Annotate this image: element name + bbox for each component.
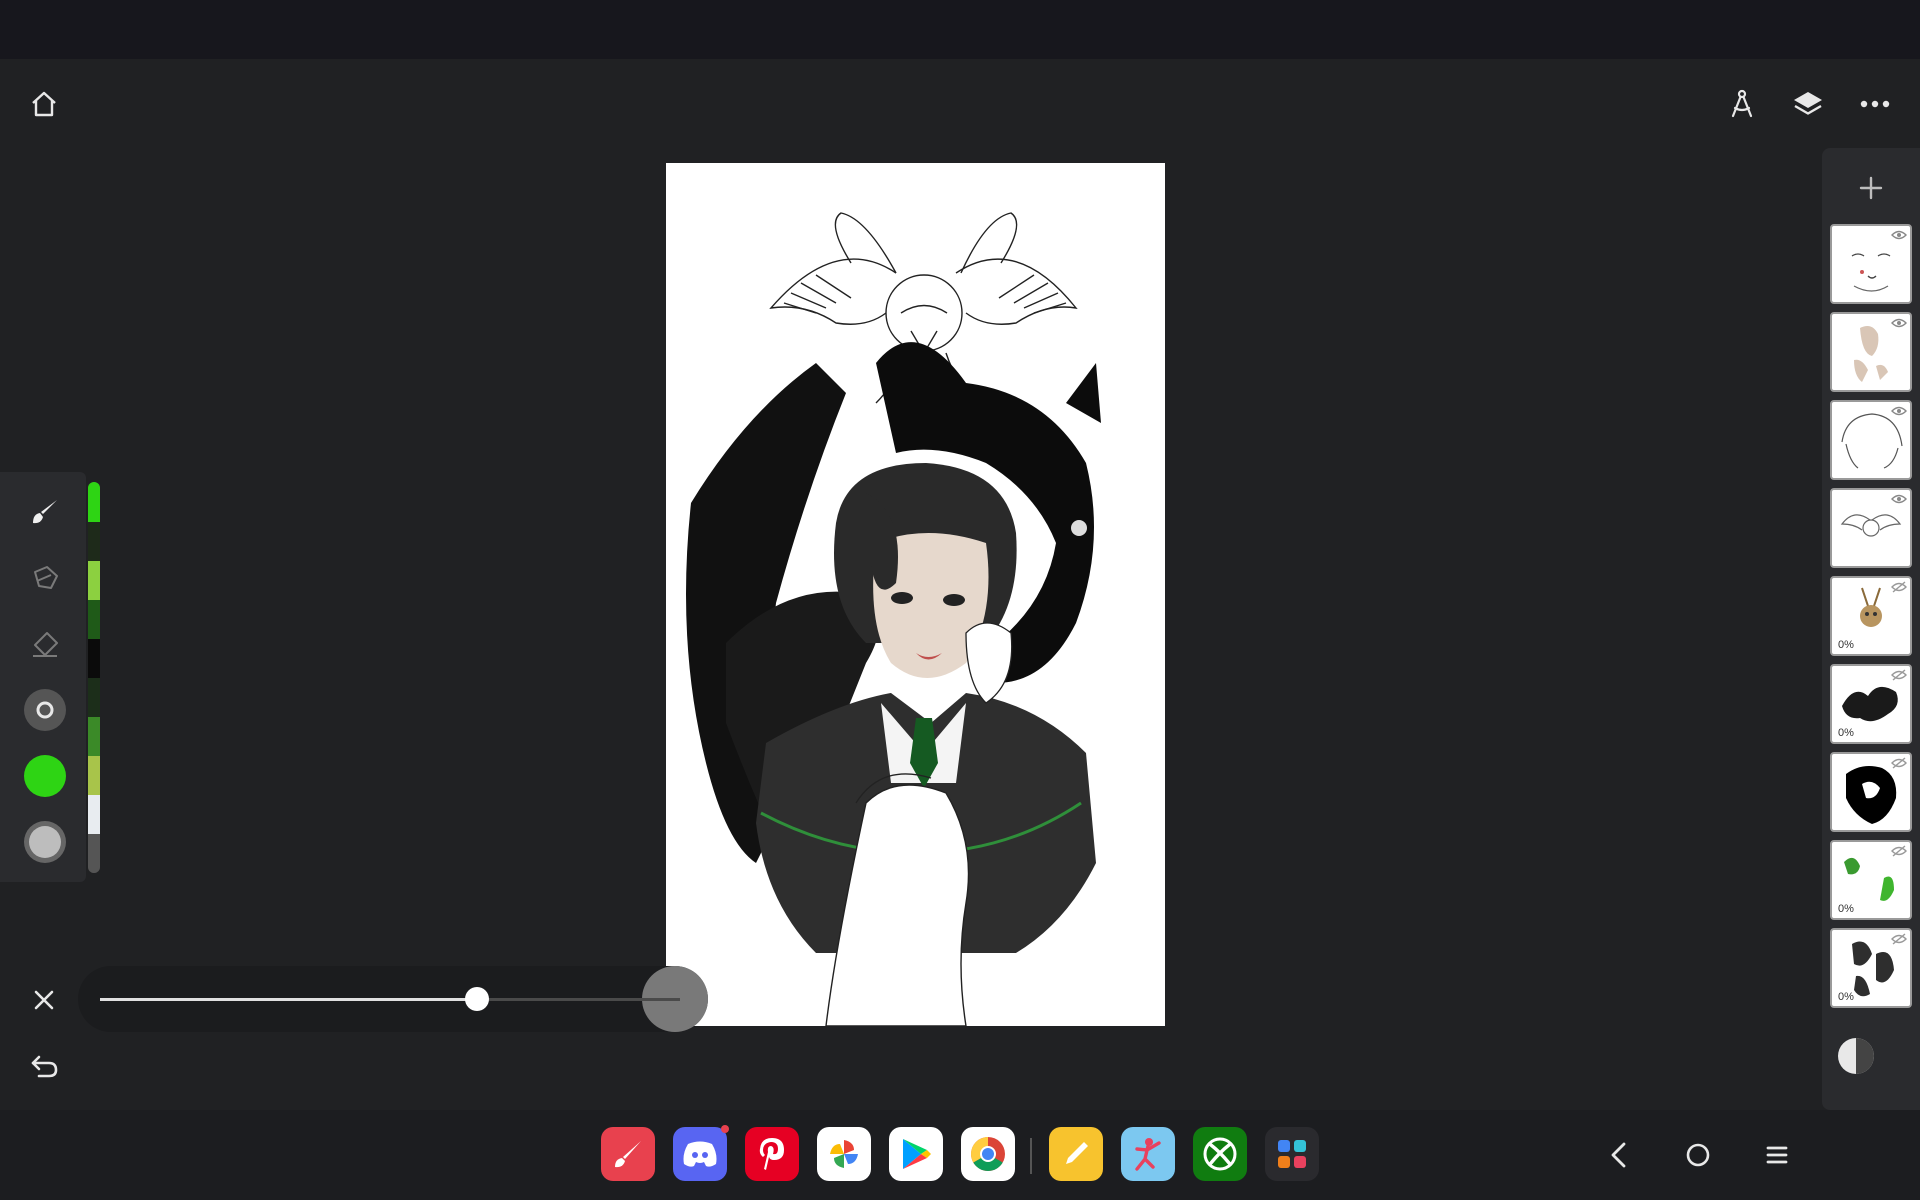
eye-icon[interactable]	[1891, 317, 1907, 329]
notes-icon[interactable]	[1049, 1127, 1103, 1181]
layer-opacity-label: 0%	[1838, 727, 1854, 739]
notification-dot	[721, 1125, 729, 1133]
compass-ruler-icon[interactable]	[1718, 80, 1766, 128]
swatch-4[interactable]	[88, 600, 100, 639]
eye-hidden-icon[interactable]	[1891, 669, 1907, 681]
dance-app-icon[interactable]	[1121, 1127, 1175, 1181]
chrome-icon[interactable]	[961, 1127, 1015, 1181]
layer-3[interactable]	[1830, 400, 1912, 480]
swatch-7[interactable]	[88, 717, 100, 756]
dock-separator	[1030, 1138, 1032, 1174]
swatch-10[interactable]	[88, 834, 100, 873]
brush-size-slider-panel	[78, 966, 708, 1032]
layer-opacity-label: 0%	[1838, 991, 1854, 1003]
layers-icon[interactable]	[1784, 80, 1832, 128]
recents-icon[interactable]	[1754, 1132, 1800, 1178]
layer-6[interactable]: 0%	[1830, 664, 1912, 744]
brush-icon[interactable]	[21, 488, 69, 536]
brush-app-icon[interactable]	[601, 1127, 655, 1181]
layer-opacity-label: 0%	[1838, 639, 1854, 651]
eye-hidden-icon[interactable]	[1891, 845, 1907, 857]
home-icon[interactable]	[20, 80, 68, 128]
layer-1[interactable]	[1830, 224, 1912, 304]
color-palette	[88, 482, 100, 873]
plus-icon[interactable]	[1847, 164, 1895, 212]
half-circle-icon[interactable]	[1832, 1032, 1880, 1080]
layers-panel: 0% 0% 0% 0%	[1822, 148, 1920, 1110]
xbox-icon[interactable]	[1193, 1127, 1247, 1181]
swatch-3[interactable]	[88, 561, 100, 600]
brush-size-icon[interactable]	[21, 686, 69, 734]
app-drawer-icon[interactable]	[1265, 1127, 1319, 1181]
slider-fill	[100, 998, 477, 1001]
eye-icon[interactable]	[1891, 405, 1907, 417]
layer-opacity-label: 0%	[1838, 903, 1854, 915]
lasso-icon[interactable]	[21, 554, 69, 602]
layer-7[interactable]	[1830, 752, 1912, 832]
swatch-2[interactable]	[88, 522, 100, 561]
opacity-icon[interactable]	[21, 818, 69, 866]
swatch-8[interactable]	[88, 756, 100, 795]
status-bar	[0, 0, 1920, 59]
play-store-icon[interactable]	[889, 1127, 943, 1181]
layer-2[interactable]	[1830, 312, 1912, 392]
swatch-9[interactable]	[88, 795, 100, 834]
home-circle-icon[interactable]	[1675, 1132, 1721, 1178]
drawing-canvas[interactable]	[666, 163, 1165, 1026]
eye-hidden-icon[interactable]	[1891, 757, 1907, 769]
artwork	[686, 212, 1101, 1026]
swatch-6[interactable]	[88, 678, 100, 717]
layer-5[interactable]: 0%	[1830, 576, 1912, 656]
undo-icon[interactable]	[20, 1042, 68, 1090]
layer-8[interactable]: 0%	[1830, 840, 1912, 920]
eye-hidden-icon[interactable]	[1891, 933, 1907, 945]
eye-hidden-icon[interactable]	[1891, 581, 1907, 593]
color-picker-icon[interactable]	[21, 752, 69, 800]
back-icon[interactable]	[1596, 1132, 1642, 1178]
photos-icon[interactable]	[817, 1127, 871, 1181]
more-horizontal-icon[interactable]	[1851, 80, 1899, 128]
eye-icon[interactable]	[1891, 493, 1907, 505]
brush-size-slider[interactable]	[100, 987, 680, 1011]
eraser-icon[interactable]	[21, 620, 69, 668]
creature-drawing	[965, 622, 1013, 704]
swatch-1[interactable]	[88, 482, 100, 522]
close-icon[interactable]	[20, 976, 68, 1024]
discord-icon[interactable]	[673, 1125, 729, 1181]
eye-icon[interactable]	[1891, 229, 1907, 241]
slider-thumb[interactable]	[465, 987, 489, 1011]
pinterest-icon[interactable]	[745, 1127, 799, 1181]
layer-4[interactable]	[1830, 488, 1912, 568]
tool-sidebar	[0, 472, 86, 882]
swatch-5[interactable]	[88, 639, 100, 678]
taskbar	[0, 1110, 1920, 1200]
layer-9[interactable]: 0%	[1830, 928, 1912, 1008]
